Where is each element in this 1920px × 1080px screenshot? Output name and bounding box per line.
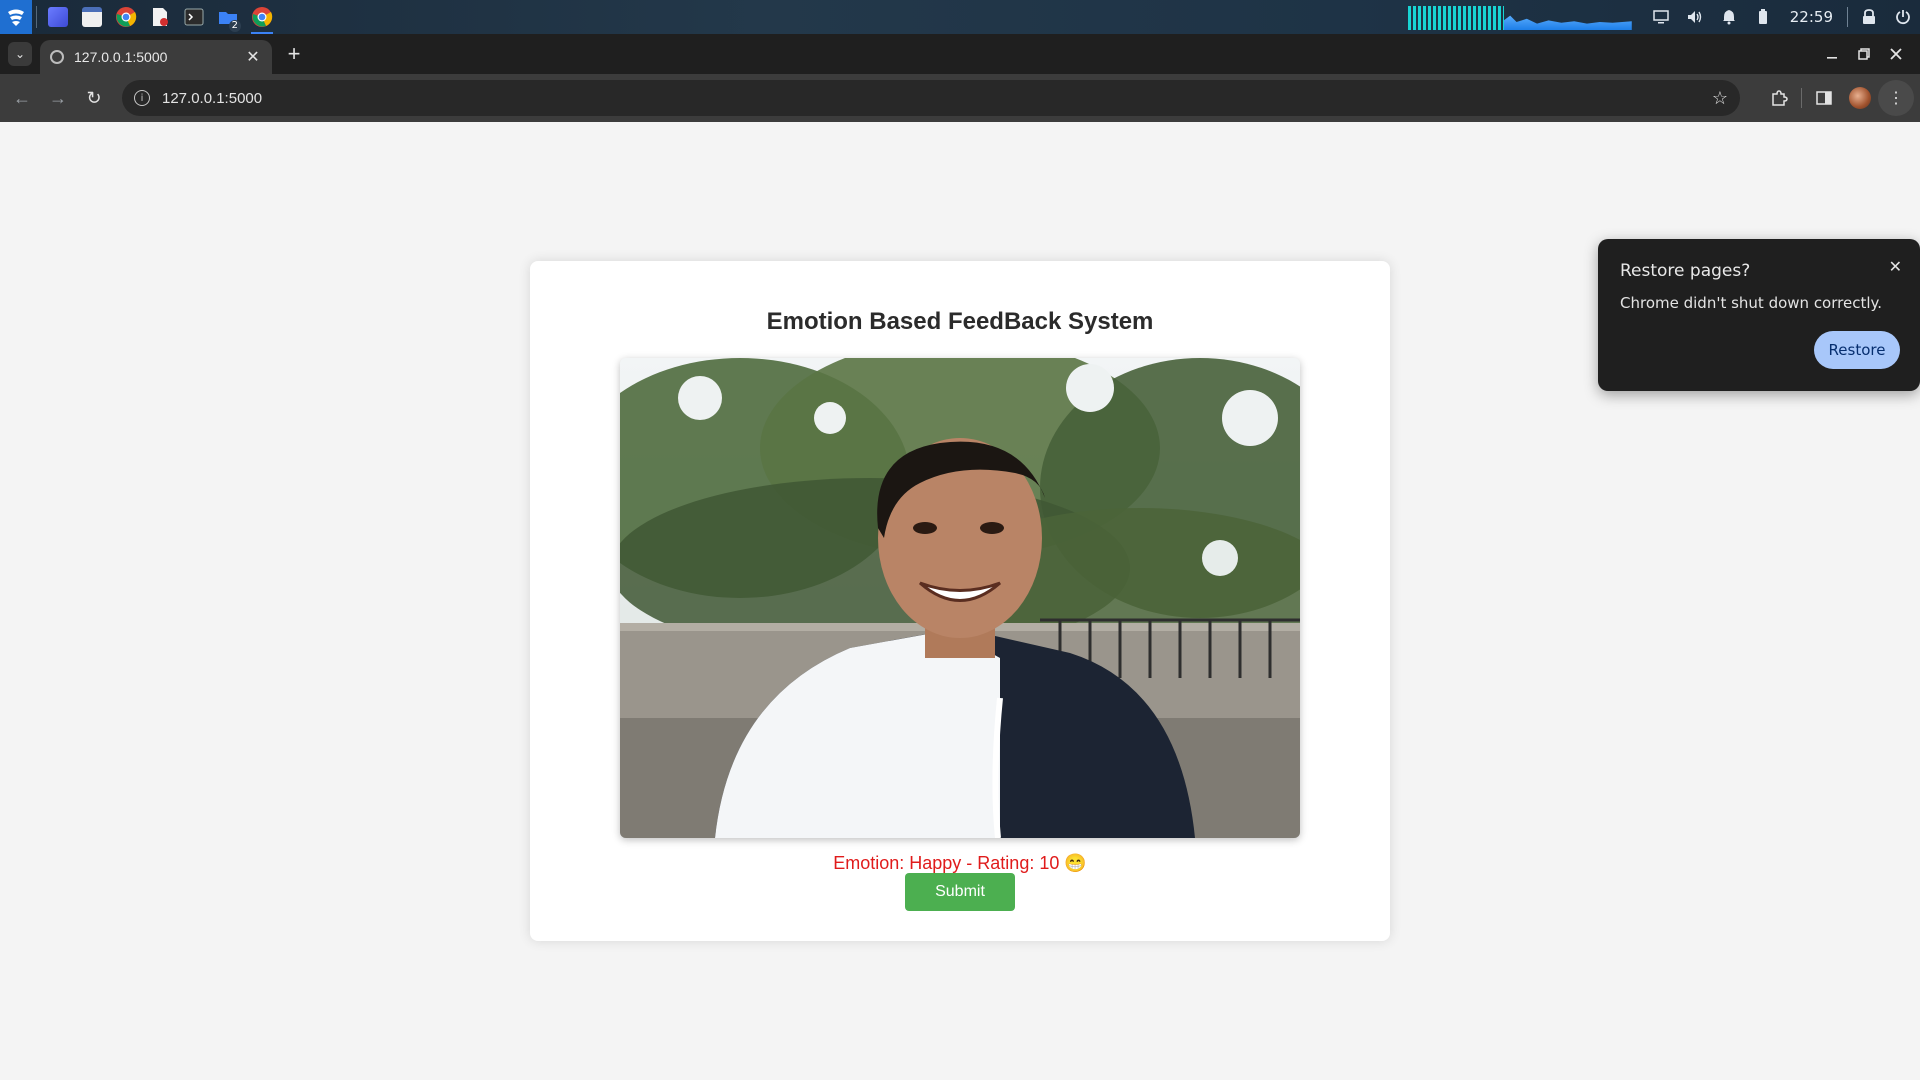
taskbar-divider — [36, 6, 37, 28]
tab-close-icon[interactable]: ✕ — [244, 47, 262, 67]
close-window-button[interactable] — [1880, 40, 1912, 68]
url-text[interactable]: 127.0.0.1:5000 — [162, 90, 1712, 107]
cpu-graph — [1407, 6, 1504, 30]
side-panel-icon — [1816, 91, 1832, 105]
arrow-left-icon: ← — [13, 87, 31, 108]
folder-group-icon[interactable]: 2 — [211, 0, 245, 34]
power-icon[interactable] — [1886, 0, 1920, 34]
launcher-icon[interactable] — [0, 0, 32, 34]
document-viewer-icon[interactable] — [143, 0, 177, 34]
desktop-icon[interactable] — [41, 0, 75, 34]
feedback-card: Emotion Based FeedBack System Emotion: H… — [530, 261, 1390, 941]
page-title: Emotion Based FeedBack System — [766, 308, 1154, 335]
browser-tab-active[interactable]: 127.0.0.1:5000 ✕ — [40, 40, 272, 74]
bookmark-star-icon[interactable]: ☆ — [1712, 88, 1728, 109]
address-bar[interactable]: i 127.0.0.1:5000 ☆ — [122, 80, 1740, 116]
volume-icon[interactable] — [1678, 0, 1712, 34]
back-button[interactable]: ← — [4, 80, 40, 116]
chevron-down-icon: ⌄ — [14, 47, 26, 61]
screen-icon[interactable] — [1644, 0, 1678, 34]
lock-icon[interactable] — [1852, 0, 1886, 34]
browser-toolbar: ← → ↻ i 127.0.0.1:5000 ☆ ⋮ — [0, 74, 1920, 122]
system-monitor-graph[interactable] — [1407, 4, 1632, 30]
tray-divider — [1847, 7, 1848, 27]
network-graph — [1503, 15, 1632, 30]
puzzle-icon — [1772, 90, 1788, 106]
side-panel-button[interactable] — [1806, 80, 1842, 116]
tab-search-button[interactable]: ⌄ — [8, 42, 32, 66]
restore-button[interactable]: Restore — [1814, 331, 1900, 369]
submit-button[interactable]: Submit — [905, 873, 1015, 911]
arrow-right-icon: → — [49, 87, 67, 108]
toolbar-divider — [1801, 88, 1802, 108]
webcam-feed — [620, 358, 1300, 838]
terminal-icon[interactable] — [177, 0, 211, 34]
extensions-button[interactable] — [1761, 80, 1797, 116]
browser-menu-button[interactable]: ⋮ — [1878, 80, 1914, 116]
browser-tab-strip: ⌄ 127.0.0.1:5000 ✕ + — [0, 34, 1920, 74]
avatar — [1849, 87, 1871, 109]
window-count-badge: 2 — [228, 20, 241, 32]
forward-button[interactable]: → — [40, 80, 76, 116]
file-manager-icon[interactable] — [75, 0, 109, 34]
restore-pages-popup: Restore pages? ✕ Chrome didn't shut down… — [1598, 239, 1920, 391]
clock[interactable]: 22:59 — [1780, 8, 1843, 26]
webcam-image — [620, 358, 1300, 838]
more-vert-icon: ⋮ — [1888, 90, 1904, 107]
page-body: Emotion Based FeedBack System Emotion: H… — [0, 122, 1920, 1080]
battery-icon[interactable] — [1746, 0, 1780, 34]
chrome-icon[interactable] — [109, 0, 143, 34]
reload-icon: ↻ — [86, 87, 102, 108]
tab-title: 127.0.0.1:5000 — [74, 49, 168, 65]
restore-popup-message: Chrome didn't shut down correctly. — [1620, 294, 1883, 312]
restore-popup-title: Restore pages? — [1620, 261, 1751, 281]
notification-bell-icon[interactable] — [1712, 0, 1746, 34]
close-icon[interactable]: ✕ — [1889, 257, 1902, 276]
minimize-button[interactable] — [1816, 40, 1848, 68]
site-info-icon[interactable]: i — [134, 90, 150, 106]
restore-window-button[interactable] — [1848, 40, 1880, 68]
chrome-active-icon[interactable] — [245, 0, 279, 34]
reload-button[interactable]: ↻ — [76, 80, 112, 116]
globe-icon — [50, 50, 64, 64]
system-taskbar: 2 22:59 — [0, 0, 1920, 34]
new-tab-button[interactable]: + — [282, 43, 306, 65]
profile-button[interactable] — [1842, 80, 1878, 116]
emotion-result-text: Emotion: Happy - Rating: 10 😁 — [833, 853, 1087, 873]
